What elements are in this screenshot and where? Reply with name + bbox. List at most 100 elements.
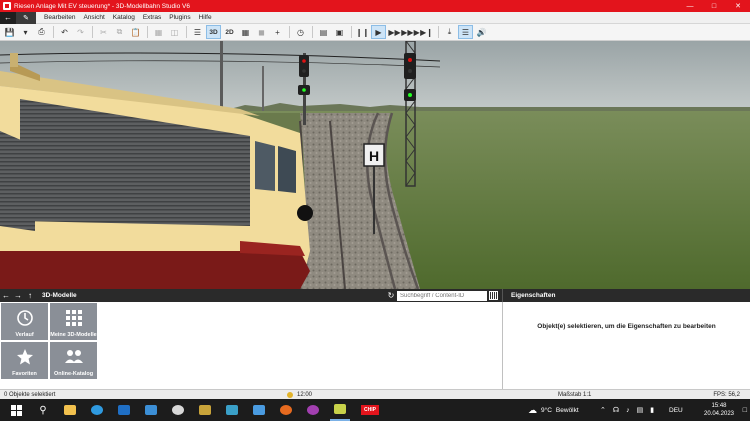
redo-button[interactable]: ↷ — [73, 25, 88, 39]
add-button[interactable]: + — [270, 25, 285, 39]
refresh-icon: ↻ — [387, 291, 395, 300]
taskbar-mail[interactable] — [114, 399, 134, 421]
menu-ansicht[interactable]: Ansicht — [79, 14, 108, 21]
taskbar-firefox[interactable] — [276, 399, 296, 421]
grid-button[interactable]: ▦ — [238, 25, 253, 39]
menu-plugins[interactable]: Plugins — [165, 14, 194, 21]
clock-button[interactable]: ◷ — [293, 25, 308, 39]
group-icon: ◫ — [170, 27, 179, 37]
browser-icon — [307, 405, 319, 415]
scissors-icon: ✂ — [100, 27, 107, 37]
menu-hilfe[interactable]: Hilfe — [195, 14, 216, 21]
edit-mode-button[interactable]: ✎ — [16, 11, 36, 24]
taskbar-app-paint[interactable] — [168, 399, 188, 421]
arrow-left-icon: ← — [2, 291, 10, 300]
3d-viewport[interactable]: H — [0, 41, 750, 289]
page-icon: ▤ — [319, 27, 328, 37]
taskbar-chip[interactable]: CHIP — [357, 399, 383, 421]
taskbar-file-explorer[interactable] — [60, 399, 80, 421]
battery-icon[interactable]: ▮ — [650, 406, 654, 414]
signal-light — [408, 69, 412, 73]
minimize-button[interactable]: — — [678, 0, 702, 12]
taskbar-modellbahn[interactable] — [330, 399, 350, 421]
toolbar-separator — [53, 26, 54, 38]
list-icon: ☰ — [193, 27, 202, 37]
tile-favoriten[interactable]: Favoriten — [1, 342, 48, 379]
network-icon[interactable]: ▤ — [637, 406, 644, 414]
paste-button[interactable]: 📋 — [128, 25, 143, 39]
speaker-icon[interactable]: ♪ — [626, 407, 630, 414]
undo-button[interactable]: ↶ — [57, 25, 72, 39]
close-button[interactable]: ✕ — [726, 0, 750, 12]
select-button[interactable]: ▦ — [151, 25, 166, 39]
fps-status: FPS: 56,2 — [713, 391, 740, 398]
taskbar-firefox-2[interactable] — [303, 399, 323, 421]
skip-button[interactable]: ▶❙ — [419, 25, 434, 39]
toolbar: 💾 ▾ ⎙ ↶ ↷ ✂ ⧉ 📋 ▦ ◫ ☰ 3D 2D ▦ ◼ + ◷ ▤ ▣ … — [0, 24, 750, 41]
tile-online-katalog[interactable]: Online-Katalog — [50, 342, 97, 379]
copy-button[interactable]: ⧉ — [112, 25, 127, 39]
toolbar-separator — [92, 26, 93, 38]
download-button[interactable]: ⤓ — [442, 25, 457, 39]
toolbar-separator — [289, 26, 290, 38]
toolbar-separator — [312, 26, 313, 38]
library-forward-button[interactable]: → — [12, 291, 24, 300]
catenary-mast — [262, 66, 264, 111]
refresh-button[interactable]: ↻ — [385, 291, 397, 300]
pause-button[interactable]: ❙❙ — [355, 25, 370, 39]
toolbar-separator — [438, 26, 439, 38]
fast-forward-button[interactable]: ▶▶ — [387, 25, 402, 39]
tile-verlauf[interactable]: Verlauf — [1, 303, 48, 340]
library-back-button[interactable]: ← — [0, 291, 12, 300]
layers-button[interactable]: ☰ — [458, 25, 473, 39]
taskbar-monitor[interactable] — [141, 399, 161, 421]
faster-button[interactable]: ▶▶▶ — [401, 25, 419, 39]
view-2d-button[interactable]: 2D — [222, 25, 237, 39]
save-button[interactable]: 💾 — [2, 25, 17, 39]
notification-button[interactable]: □ — [743, 399, 747, 421]
pencil-icon: ✎ — [23, 14, 29, 22]
library-header: ← → ↑ 3D-Modelle ↻ — [0, 289, 502, 302]
taskbar-clock[interactable]: 15:48 20.04.2023 — [702, 402, 736, 418]
cut-button[interactable]: ✂ — [96, 25, 111, 39]
clock-date: 20.04.2023 — [703, 411, 735, 417]
taskbar-app-fish[interactable] — [222, 399, 242, 421]
tile-meine-3d-modelle[interactable]: Meine 3D-Modelle — [50, 303, 97, 340]
headset-icon[interactable]: ☊ — [613, 406, 619, 414]
taskbar-edge[interactable] — [87, 399, 107, 421]
menu-extras[interactable]: Extras — [139, 14, 165, 21]
chevron-up-icon[interactable]: ⌃ — [600, 406, 606, 414]
fast-forward-icon: ▶▶ — [388, 27, 401, 37]
firefox-icon — [280, 405, 292, 415]
scale-status: Maßstab 1:1 — [558, 391, 592, 398]
menu-katalog[interactable]: Katalog — [109, 14, 139, 21]
view-3d-button[interactable]: 3D — [206, 25, 221, 39]
sound-button[interactable]: 🔊 — [474, 25, 489, 39]
start-button[interactable] — [6, 399, 26, 421]
train-view-button[interactable]: ◼ — [254, 25, 269, 39]
weather-widget[interactable]: ☁ 9°C Bewölkt — [528, 399, 579, 421]
save-dropdown-button[interactable]: ▾ — [18, 25, 33, 39]
taskbar-media[interactable] — [195, 399, 215, 421]
menu-bearbeiten[interactable]: Bearbeiten — [40, 14, 79, 21]
language-indicator[interactable]: DEU — [669, 399, 683, 421]
paint-icon — [172, 405, 184, 415]
page-button[interactable]: ▤ — [316, 25, 331, 39]
play-button[interactable]: ▶ — [371, 25, 386, 39]
back-button[interactable]: ← — [0, 11, 16, 24]
group-button[interactable]: ◫ — [167, 25, 182, 39]
selection-icon: ▦ — [154, 27, 163, 37]
qr-code-icon[interactable] — [489, 291, 498, 300]
search-button[interactable]: ⚲ — [33, 399, 53, 421]
library-up-button[interactable]: ↑ — [24, 291, 36, 300]
document-button[interactable]: ▣ — [332, 25, 347, 39]
redo-icon: ↷ — [77, 27, 84, 37]
chevron-down-icon: ▾ — [23, 27, 28, 37]
maximize-button[interactable]: □ — [702, 0, 726, 12]
list-button[interactable]: ☰ — [190, 25, 205, 39]
grid-icon: ▦ — [241, 27, 250, 37]
monitor-icon — [145, 405, 157, 415]
library-search-input[interactable] — [397, 290, 487, 301]
taskbar-app-wifi[interactable] — [249, 399, 269, 421]
print-button[interactable]: ⎙ — [34, 25, 49, 39]
